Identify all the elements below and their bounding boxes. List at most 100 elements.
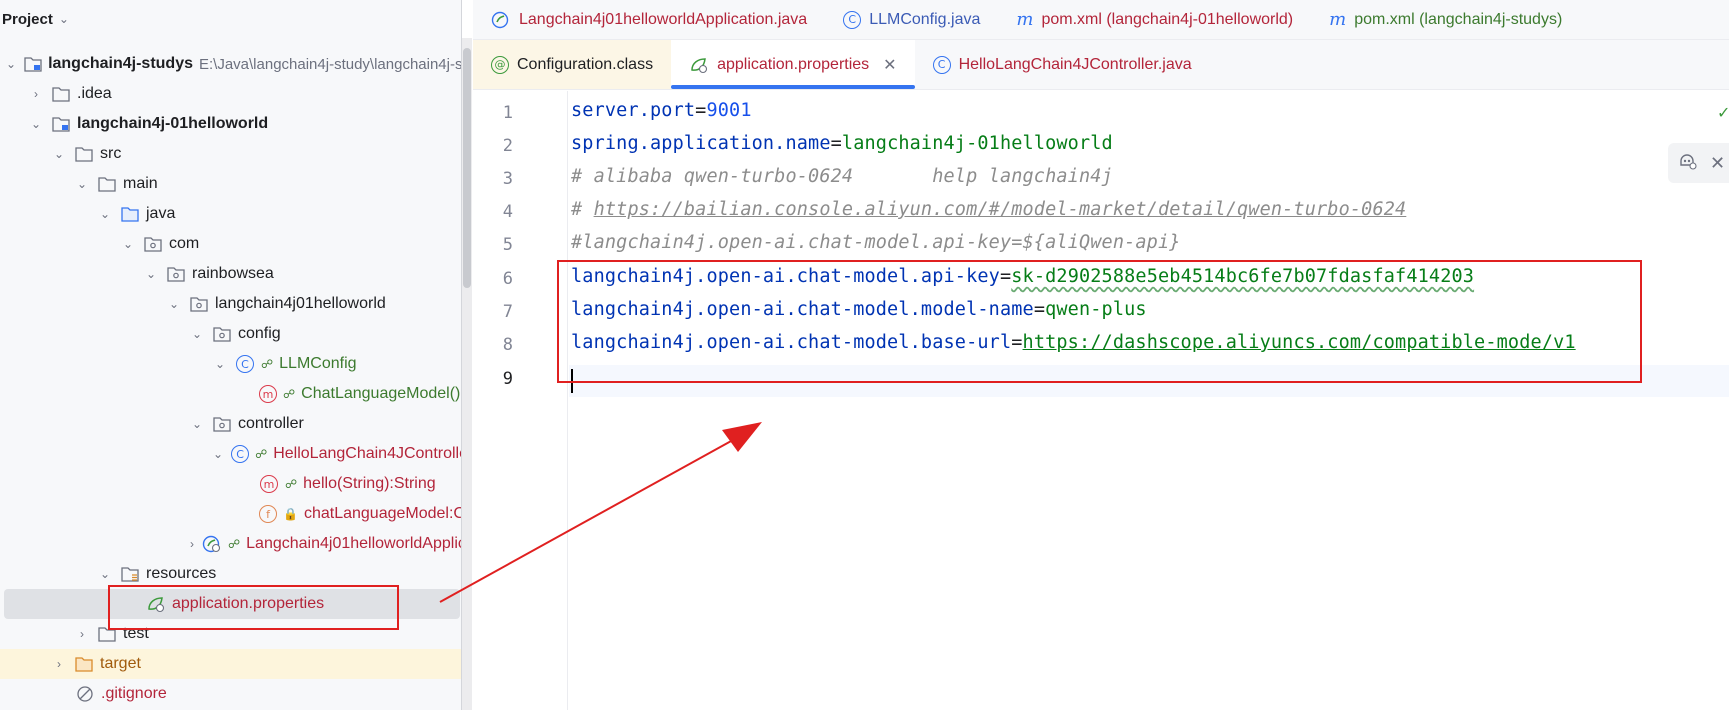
chevron-down-icon[interactable]: ⌄ (144, 267, 158, 281)
tree-item-label: com (169, 235, 200, 252)
tree-item-gitignore[interactable]: .gitignore (0, 679, 461, 709)
ai-assistant-icon[interactable] (1678, 152, 1698, 175)
line-number: 2 (502, 136, 513, 156)
class-icon: C (932, 55, 951, 74)
scrollbar-thumb[interactable] (463, 48, 471, 288)
equals-sign: = (830, 133, 842, 154)
chevron-down-icon[interactable]: ⌄ (213, 357, 227, 371)
code-line[interactable]: langchain4j.open-ai.chat-model.api-key=s… (571, 266, 1474, 287)
tree-item-label: main (123, 175, 158, 192)
tree-item-label: test (123, 625, 149, 642)
tab-hellolangchain4jcontroller[interactable]: C HelloLangChain4JController.java (915, 40, 1210, 89)
property-value[interactable]: https://dashscope.aliyuncs.com/compatibl… (1023, 332, 1576, 353)
tab-configuration-class[interactable]: @ Configuration.class (473, 40, 672, 89)
tree-item-com[interactable]: ⌄ com (0, 229, 461, 259)
comment-link[interactable]: https://bailian.console.aliyun.com/#/mod… (594, 199, 1407, 220)
line-number: 7 (502, 302, 513, 322)
tree-item-java[interactable]: ⌄ java (0, 199, 461, 229)
tree-item-label: HelloLangChain4JController (273, 445, 462, 462)
chevron-down-icon[interactable]: ⌄ (75, 177, 89, 191)
tree-item-label: Langchain4j01helloworldApplication (246, 535, 461, 552)
tree-item-label: application.properties (172, 595, 325, 612)
code-comment[interactable]: #langchain4j.open-ai.chat-model.api-key=… (571, 232, 1181, 253)
chevron-down-icon[interactable]: ⌄ (6, 57, 16, 71)
chevron-down-icon[interactable]: ⌄ (190, 327, 204, 341)
tree-item-controller[interactable]: ⌄ controller (0, 409, 461, 439)
close-icon[interactable]: ✕ (1710, 153, 1725, 174)
chevron-down-icon[interactable]: ⌄ (213, 447, 223, 461)
project-panel-header[interactable]: Project ⌄ (0, 0, 461, 38)
chevron-right-icon[interactable]: › (75, 627, 89, 641)
tree-item-resources[interactable]: ⌄ resources (0, 559, 461, 589)
tree-item-main[interactable]: ⌄ main (0, 169, 461, 199)
tree-item-hellolangchain4jcontroller[interactable]: ⌄ C ☍ HelloLangChain4JController (0, 439, 462, 469)
tab-pom-studys[interactable]: m pom.xml (langchain4j-studys) (1311, 9, 1580, 30)
tree-item-label: chatLanguageModel:ChatLanguageModel (303, 505, 461, 522)
method-icon: m (259, 385, 277, 403)
chevron-down-icon[interactable]: ⌄ (167, 297, 181, 311)
code-comment[interactable]: # alibaba qwen-turbo-0624 help langchain… (571, 166, 1113, 187)
comment-prefix: # (571, 199, 594, 220)
code-editor[interactable]: 1 2 3 4 5 6 7 8 9 server.port=9001 sprin… (473, 91, 1729, 710)
field-icon: f (259, 505, 277, 523)
tree-item-label: target (100, 655, 141, 672)
folder-icon (97, 175, 117, 193)
chevron-down-icon[interactable]: ⌄ (59, 12, 69, 26)
tree-item-llmconfig[interactable]: ⌄ C ☍ LLMConfig (0, 349, 461, 379)
property-key: langchain4j.open-ai.chat-model.model-nam… (571, 299, 1034, 320)
maven-icon: m (1016, 9, 1034, 30)
project-scrollbar[interactable] (462, 38, 472, 710)
tree-item-target[interactable]: › target (0, 649, 461, 679)
code-line[interactable]: spring.application.name=langchain4j-01he… (571, 133, 1113, 154)
class-icon: C (843, 10, 862, 29)
tree-item-label: langchain4j-studys (48, 55, 193, 72)
tree-item-idea[interactable]: › .idea (0, 79, 461, 109)
tree-item-src[interactable]: ⌄ src (0, 139, 461, 169)
equals-sign: = (1011, 332, 1023, 353)
tab-pom-helloworld[interactable]: m pom.xml (langchain4j-01helloworld) (998, 9, 1311, 30)
editor-tabs-row-2: @ Configuration.class application.proper… (473, 40, 1729, 90)
chevron-down-icon[interactable]: ⌄ (29, 117, 43, 131)
code-line[interactable]: langchain4j.open-ai.chat-model.model-nam… (571, 299, 1147, 320)
tree-item-langchain4j-01helloworld[interactable]: ⌄ langchain4j-01helloworld (0, 109, 461, 139)
tree-item-chatlanguagemodel-field[interactable]: f 🔒 chatLanguageModel:ChatLanguageModel (0, 499, 461, 529)
chevron-right-icon[interactable]: › (190, 537, 194, 551)
folder-icon (74, 145, 94, 163)
tree-item-rainbowsea[interactable]: ⌄ rainbowsea (0, 259, 461, 289)
checkmark-icon[interactable]: ✓ (1717, 103, 1729, 123)
tree-item-chatlanguagemodel-method[interactable]: m ☍ ChatLanguageModel():ChatLanguageMode… (0, 379, 461, 409)
ai-assistant-widget[interactable]: ✕ (1668, 143, 1729, 183)
property-value: sk-d2902588e5eb4514bc6fe7b07fdasfaf41420… (1011, 266, 1475, 287)
chevron-down-icon[interactable]: ⌄ (121, 237, 135, 251)
tab-label: pom.xml (langchain4j-01helloworld) (1041, 10, 1294, 28)
code-comment[interactable]: # https://bailian.console.aliyun.com/#/m… (571, 199, 1406, 220)
chevron-right-icon[interactable]: › (52, 657, 66, 671)
tab-label: HelloLangChain4JController.java (958, 55, 1192, 73)
tree-item-config[interactable]: ⌄ config (0, 319, 461, 349)
package-icon (212, 325, 232, 343)
method-icon: m (259, 475, 279, 493)
tree-item-label: LLMConfig (279, 355, 357, 372)
line-number: 9 (502, 369, 513, 389)
tree-item-langchain4j01helloworld[interactable]: ⌄ langchain4j01helloworld (0, 289, 461, 319)
chevron-down-icon[interactable]: ⌄ (52, 147, 66, 161)
tab-application-properties[interactable]: application.properties ✕ (671, 40, 915, 89)
tree-item-hello-method[interactable]: m ☍ hello(String):String (0, 469, 461, 499)
tree-item-langchain4j-studys[interactable]: ⌄ langchain4j-studys E:\Java\langchain4j… (0, 49, 461, 79)
tab-llmconfig[interactable]: C LLMConfig.java (825, 10, 998, 29)
code-line[interactable]: langchain4j.open-ai.chat-model.base-url=… (571, 332, 1576, 353)
tab-langchain4j01helloworldapplication[interactable]: Langchain4j01helloworldApplication.java (473, 11, 825, 29)
folder-icon (51, 85, 71, 103)
tree-item-test[interactable]: › test (0, 619, 461, 649)
chevron-down-icon[interactable]: ⌄ (98, 207, 112, 221)
line-number: 1 (502, 103, 513, 123)
chevron-right-icon[interactable]: › (29, 87, 43, 101)
tree-item-application-properties[interactable]: application.properties (4, 589, 460, 619)
chevron-down-icon[interactable]: ⌄ (98, 567, 112, 581)
code-line[interactable]: server.port=9001 (571, 100, 752, 121)
public-visibility-icon: ☍ (285, 477, 298, 491)
tree-item-application-class[interactable]: › ☍ Langchain4j01helloworldApplication (0, 529, 461, 559)
chevron-down-icon[interactable]: ⌄ (190, 417, 204, 431)
tree-item-label: resources (146, 565, 217, 582)
close-icon[interactable]: ✕ (883, 55, 896, 75)
